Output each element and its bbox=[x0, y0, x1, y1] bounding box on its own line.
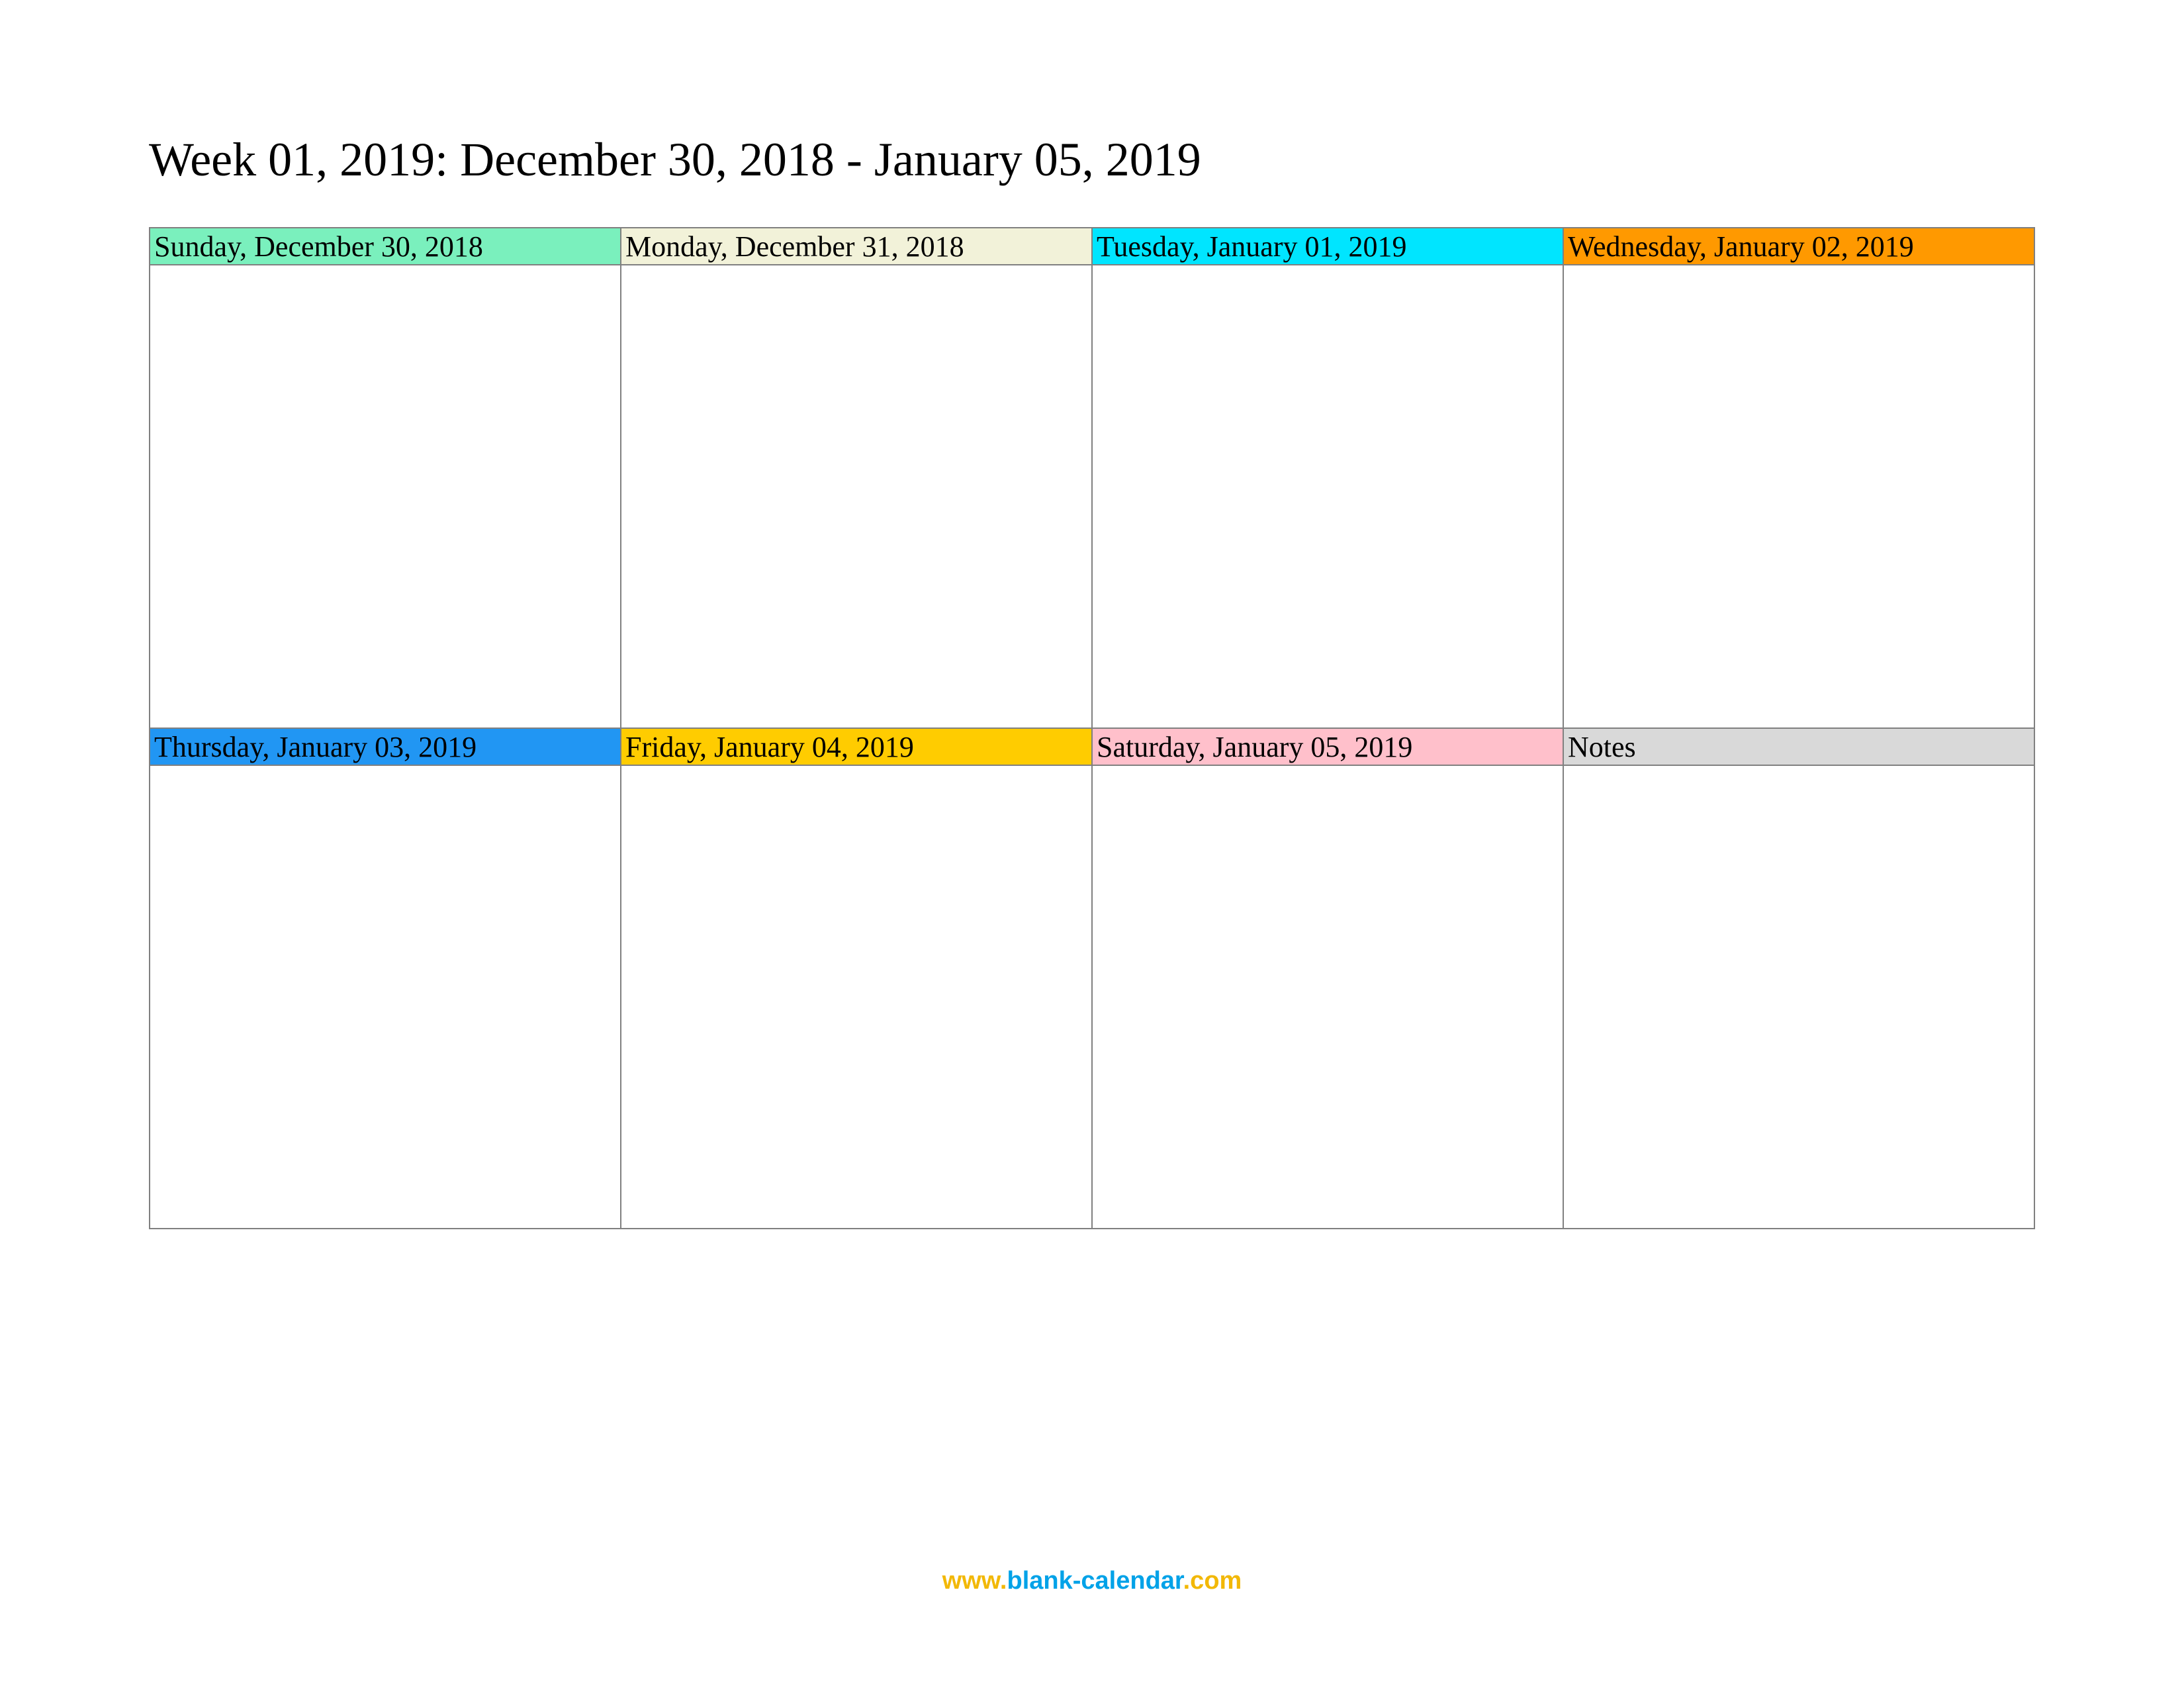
day-header-wednesday: Wednesday, January 02, 2019 bbox=[1563, 228, 2034, 265]
page-title: Week 01, 2019: December 30, 2018 - Janua… bbox=[149, 132, 2035, 187]
day-header-saturday: Saturday, January 05, 2019 bbox=[1092, 728, 1563, 765]
day-header-tuesday: Tuesday, January 01, 2019 bbox=[1092, 228, 1563, 265]
footer-www: www. bbox=[942, 1567, 1007, 1595]
day-cell-monday[interactable] bbox=[621, 265, 1092, 728]
day-header-sunday: Sunday, December 30, 2018 bbox=[150, 228, 621, 265]
footer-domain: blank-calendar bbox=[1007, 1567, 1183, 1595]
day-cell-tuesday[interactable] bbox=[1092, 265, 1563, 728]
notes-header: Notes bbox=[1563, 728, 2034, 765]
calendar-page: Week 01, 2019: December 30, 2018 - Janua… bbox=[0, 0, 2184, 1229]
footer-link[interactable]: www.blank-calendar.com bbox=[0, 1567, 2184, 1595]
day-cell-wednesday[interactable] bbox=[1563, 265, 2034, 728]
day-cell-friday[interactable] bbox=[621, 765, 1092, 1229]
day-cell-thursday[interactable] bbox=[150, 765, 621, 1229]
footer-tld: .com bbox=[1183, 1567, 1242, 1595]
day-cell-saturday[interactable] bbox=[1092, 765, 1563, 1229]
day-header-monday: Monday, December 31, 2018 bbox=[621, 228, 1092, 265]
day-header-thursday: Thursday, January 03, 2019 bbox=[150, 728, 621, 765]
day-header-friday: Friday, January 04, 2019 bbox=[621, 728, 1092, 765]
day-cell-sunday[interactable] bbox=[150, 265, 621, 728]
week-grid: Sunday, December 30, 2018 Monday, Decemb… bbox=[149, 227, 2035, 1229]
notes-cell[interactable] bbox=[1563, 765, 2034, 1229]
